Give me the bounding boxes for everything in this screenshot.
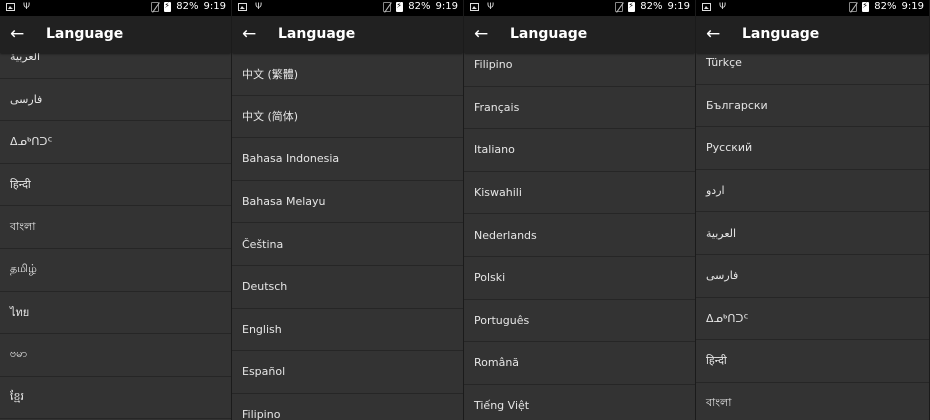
language-screen-2: Ψ 82% 9:19 ← Language 中文 (繁體)中文 (简体)Baha…: [232, 0, 464, 420]
arrow-back-icon[interactable]: ←: [706, 24, 724, 44]
language-list[interactable]: Filipino Français Italiano Kiswahili Nederla…: [464, 44, 695, 420]
language-list-item[interactable]: 中文 (简体): [232, 96, 463, 139]
language-list-item[interactable]: Čeština: [232, 223, 463, 266]
language-list-item[interactable]: العربية: [696, 212, 929, 255]
clock: 9:19: [667, 1, 690, 12]
arrow-back-icon[interactable]: ←: [10, 24, 28, 44]
page-title: Language: [742, 26, 820, 42]
status-bar: Ψ 82% 9:19: [696, 0, 929, 16]
language-list-item[interactable]: हिन्दी: [696, 340, 929, 383]
no-sim-icon: [151, 1, 160, 12]
arrow-back-icon[interactable]: ←: [242, 24, 260, 44]
language-list-item[interactable]: Български: [696, 85, 929, 128]
language-list-item[interactable]: فارسی: [696, 255, 929, 298]
language-screen-3: Ψ 82% 9:19 ← Language FilipinoFrançaisIt…: [464, 0, 696, 420]
language-list-item[interactable]: Nederlands: [464, 214, 695, 257]
language-screen-1: Ψ 82% 9:19 ← Language العربيةفارسیᐃᓄᒃᑎᑐᑦ…: [0, 0, 232, 420]
language-list-item[interactable]: ไทย: [0, 292, 231, 335]
language-list-item[interactable]: Română: [464, 342, 695, 385]
screenshot-strip: Ψ 82% 9:19 ← Language العربيةفارسیᐃᓄᒃᑎᑐᑦ…: [0, 0, 930, 420]
status-bar: Ψ 82% 9:19: [464, 0, 695, 16]
battery-charging-icon: [862, 1, 870, 12]
language-list[interactable]: 中文 (繁體) 中文 (简体) Bahasa Indonesia Bahasa Mel…: [232, 53, 463, 420]
clock: 9:19: [435, 1, 458, 12]
battery-percent: 82%: [874, 1, 897, 12]
language-list-item[interactable]: ខ្មែរ: [0, 377, 231, 420]
language-list-item[interactable]: Kiswahili: [464, 172, 695, 215]
clock: 9:19: [203, 1, 226, 12]
usb-icon: Ψ: [487, 2, 495, 12]
status-bar: Ψ 82% 9:19: [232, 0, 463, 16]
battery-percent: 82%: [640, 1, 663, 12]
language-list[interactable]: العربية فارسی ᐃᓄᒃᑎᑐᑦ हिन्दी বাংলা தமிழ் ไทย ဗမာ…: [0, 36, 231, 420]
language-list-item[interactable]: Polski: [464, 257, 695, 300]
language-list-item[interactable]: Deutsch: [232, 266, 463, 309]
language-list-item[interactable]: اردو: [696, 170, 929, 213]
app-bar: ← Language: [696, 16, 929, 53]
page-title: Language: [278, 26, 356, 42]
language-list-item[interactable]: 中文 (繁體): [232, 53, 463, 96]
no-sim-icon: [849, 1, 858, 12]
usb-icon: Ψ: [719, 2, 727, 12]
image-notification-icon: [702, 3, 711, 11]
language-list-item[interactable]: فارسی: [0, 79, 231, 122]
battery-charging-icon: [396, 1, 404, 12]
battery-percent: 82%: [408, 1, 431, 12]
language-list-item[interactable]: Tiếng Việt: [464, 385, 695, 420]
language-list-item[interactable]: বাংলা: [696, 383, 929, 420]
language-list-item[interactable]: हिन्दी: [0, 164, 231, 207]
battery-charging-icon: [164, 1, 172, 12]
language-list-item[interactable]: Filipino: [232, 394, 463, 420]
language-screen-4: Ψ 82% 9:19 ← Language TürkçeБългарскиРус…: [696, 0, 929, 420]
language-list[interactable]: Türkçe Български Русский اردو العربية فارسی ᐃᓄ…: [696, 42, 929, 420]
image-notification-icon: [238, 3, 247, 11]
status-bar: Ψ 82% 9:19: [0, 0, 231, 16]
page-title: Language: [46, 26, 124, 42]
arrow-back-icon[interactable]: ←: [474, 24, 492, 44]
language-list-item[interactable]: Bahasa Melayu: [232, 181, 463, 224]
battery-charging-icon: [628, 1, 636, 12]
no-sim-icon: [383, 1, 392, 12]
app-bar: ← Language: [0, 16, 231, 53]
app-bar: ← Language: [232, 16, 463, 53]
clock: 9:19: [901, 1, 924, 12]
language-list-item[interactable]: Italiano: [464, 129, 695, 172]
no-sim-icon: [615, 1, 624, 12]
language-list-item[interactable]: English: [232, 309, 463, 352]
page-title: Language: [510, 26, 588, 42]
language-list-item[interactable]: Português: [464, 300, 695, 343]
image-notification-icon: [6, 3, 15, 11]
language-list-item[interactable]: ဗမာ: [0, 334, 231, 377]
language-list-item[interactable]: Bahasa Indonesia: [232, 138, 463, 181]
usb-icon: Ψ: [23, 2, 31, 12]
language-list-item[interactable]: Русский: [696, 127, 929, 170]
language-list-item[interactable]: Français: [464, 87, 695, 130]
language-list-item[interactable]: ᐃᓄᒃᑎᑐᑦ: [696, 298, 929, 341]
language-list-item[interactable]: தமிழ்: [0, 249, 231, 292]
image-notification-icon: [470, 3, 479, 11]
battery-percent: 82%: [176, 1, 199, 12]
language-list-item[interactable]: ᐃᓄᒃᑎᑐᑦ: [0, 121, 231, 164]
usb-icon: Ψ: [255, 2, 263, 12]
language-list-item[interactable]: বাংলা: [0, 206, 231, 249]
language-list-item[interactable]: Español: [232, 351, 463, 394]
app-bar: ← Language: [464, 16, 695, 53]
